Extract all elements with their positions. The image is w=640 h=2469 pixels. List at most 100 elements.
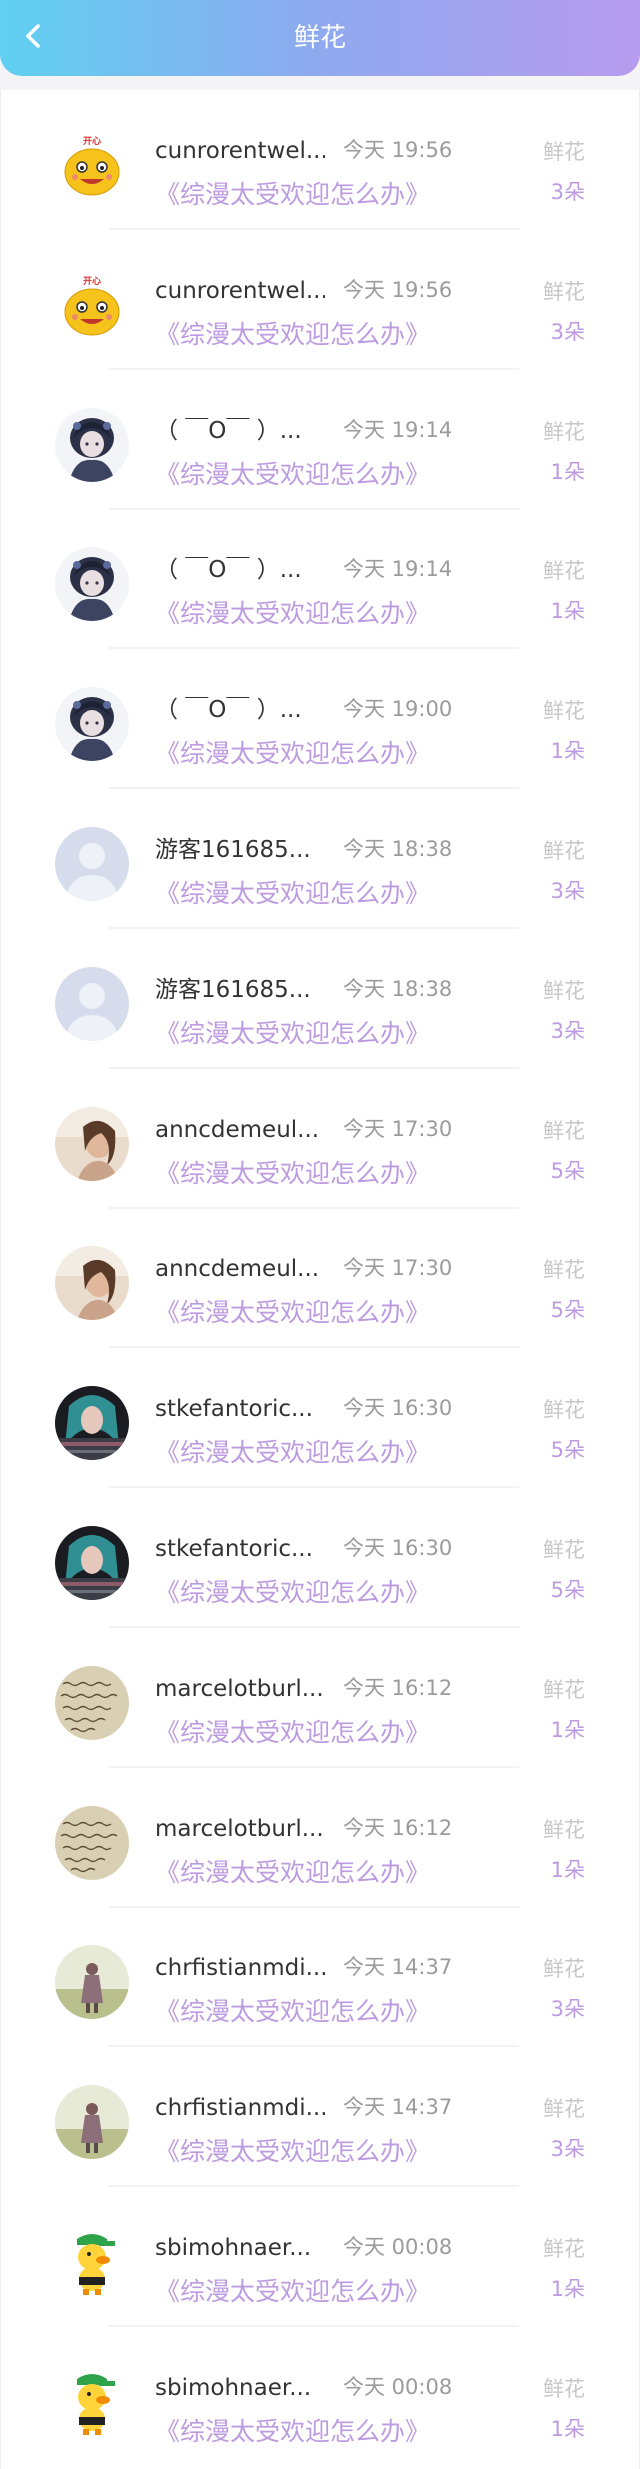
username: stkefantoric... [155,1536,313,1562]
book-title-link[interactable]: 《综漫太受欢迎怎么办》 [155,737,430,771]
page-title: 鲜花 [293,23,346,53]
username: stkefantoric... [155,1396,313,1423]
timestamp: 今天 19:56 [343,138,453,162]
username: sbimohnaer... [155,2235,312,2261]
username: 游客161685... [155,837,311,863]
book-title-link[interactable]: 《综漫太受欢迎怎么办》 [155,1436,430,1470]
flower-record-row[interactable]: chrfistianmdi... 今天 14:37 《综漫太受欢迎怎么办》 鲜花 3朵 [1,1907,640,2048]
gift-type-label: 鲜花 [543,1118,585,1143]
gift-count: 3朵 [550,1018,585,1043]
flower-record-row[interactable]: marcelotburl... 今天 16:12 《综漫太受欢迎怎么办》 鲜花 1朵 [1,1768,640,1908]
timestamp: 今天 16:12 [343,1815,453,1840]
flower-record-row[interactable]: anncdemeul... 今天 17:30 《综漫太受欢迎怎么办》 鲜花 5朵 [1,1069,640,1209]
gift-type-label: 鲜花 [543,1677,585,1702]
flower-record-row[interactable]: 开心 cunrorentwel... 今天 19:56 《综漫太受欢迎怎么办》 鲜花 3朵 [1,230,640,370]
flower-record-row[interactable]: 游客161685... 今天 18:38 《综漫太受欢迎怎么办》 鲜花 3朵 [1,789,640,929]
book-title-link[interactable]: 《综漫太受欢迎怎么办》 [155,1157,430,1191]
gift-count: 5朵 [550,1298,585,1323]
avatar[interactable] [55,687,129,762]
book-title-link[interactable]: 《综漫太受欢迎怎么办》 [155,1296,430,1330]
book-title-link[interactable]: 《综漫太受欢迎怎么办》 [155,1716,430,1750]
avatar[interactable] [55,1665,129,1740]
gift-count: 3朵 [550,180,585,204]
gift-type-label: 鲜花 [543,839,585,863]
avatar[interactable] [55,1106,129,1181]
timestamp: 今天 18:38 [343,837,453,861]
gift-type-label: 鲜花 [543,1957,585,1982]
username: （ ￣O￣ ）... [155,557,302,584]
avatar[interactable] [55,547,129,622]
gift-type-label: 鲜花 [543,2376,585,2401]
book-title-link[interactable]: 《综漫太受欢迎怎么办》 [155,1576,430,1610]
avatar[interactable] [55,1805,129,1880]
flower-record-list: 开心 cunrorentwel... 今天 19:56 《综漫太受欢迎怎么办》 鲜花 3朵… [0,90,640,2469]
avatar[interactable] [55,966,129,1041]
book-title-link[interactable]: 《综漫太受欢迎怎么办》 [155,178,430,212]
book-title-link[interactable]: 《综漫太受欢迎怎么办》 [155,1017,430,1051]
gift-count: 1朵 [550,2416,585,2441]
timestamp: 今天 14:37 [343,1955,453,1980]
gift-type-label: 鲜花 [543,2237,585,2261]
book-title-link[interactable]: 《综漫太受欢迎怎么办》 [155,877,430,911]
gift-type-label: 鲜花 [543,1538,585,1562]
flower-record-row[interactable]: （ ￣O￣ ）... 今天 19:14 《综漫太受欢迎怎么办》 鲜花 1朵 [1,509,640,650]
gift-count: 1朵 [550,599,585,624]
username: cunrorentwel... [155,277,325,304]
timestamp: 今天 19:14 [343,557,453,582]
flower-record-row[interactable]: marcelotburl... 今天 16:12 《综漫太受欢迎怎么办》 鲜花 1朵 [1,1628,640,1768]
avatar[interactable] [55,2364,129,2439]
timestamp: 今天 19:00 [343,697,453,722]
timestamp: 今天 19:56 [343,277,453,302]
flower-record-row[interactable]: sbimohnaer... 今天 00:08 《综漫太受欢迎怎么办》 鲜花 1朵 [1,2187,640,2327]
book-title-link[interactable]: 《综漫太受欢迎怎么办》 [155,597,430,631]
timestamp: 今天 00:08 [343,2374,453,2399]
gift-type-label: 鲜花 [543,1817,585,1842]
avatar[interactable] [55,1386,129,1461]
gift-type-label: 鲜花 [543,419,585,444]
timestamp: 今天 16:12 [343,1675,453,1700]
book-title-link[interactable]: 《综漫太受欢迎怎么办》 [155,318,430,352]
gift-count: 3朵 [550,1997,585,2022]
username: （ ￣O￣ ）... [155,697,302,724]
gift-count: 1朵 [550,739,585,764]
avatar[interactable]: 开心 [55,128,129,202]
flower-record-row[interactable]: sbimohnaer... 今天 00:08 《综漫太受欢迎怎么办》 鲜花 1朵 [1,2327,640,2467]
book-title-link[interactable]: 《综漫太受欢迎怎么办》 [155,1856,430,1890]
avatar[interactable]: 开心 [55,267,129,342]
flower-record-row[interactable]: 开心 cunrorentwel... 今天 19:56 《综漫太受欢迎怎么办》 鲜花 3朵 [1,90,640,230]
top-bar: 鲜花 [0,0,640,76]
username: chrfistianmdi... [155,2095,325,2122]
gift-type-label: 鲜花 [543,978,585,1003]
flower-record-row[interactable]: （ ￣O￣ ）... 今天 19:00 《综漫太受欢迎怎么办》 鲜花 1朵 [1,649,640,790]
timestamp: 今天 19:14 [343,417,453,442]
book-title-link[interactable]: 《综漫太受欢迎怎么办》 [155,2275,430,2309]
gift-type-label: 鲜花 [543,140,585,164]
gift-count: 5朵 [550,1438,585,1463]
avatar[interactable] [55,1246,129,1321]
avatar[interactable] [55,827,129,901]
book-title-link[interactable]: 《综漫太受欢迎怎么办》 [155,458,430,492]
gift-count: 1朵 [550,1717,585,1742]
avatar[interactable] [55,2085,129,2160]
svg-text:开心: 开心 [83,136,101,147]
flower-record-row[interactable]: anncdemeul... 今天 17:30 《综漫太受欢迎怎么办》 鲜花 5朵 [1,1208,640,1349]
flower-record-row[interactable]: chrfistianmdi... 今天 14:37 《综漫太受欢迎怎么办》 鲜花 3朵 [1,2047,640,2188]
timestamp: 今天 17:30 [343,1256,453,1281]
flower-record-row[interactable]: （ ￣O￣ ）... 今天 19:14 《综漫太受欢迎怎么办》 鲜花 1朵 [1,370,640,510]
book-title-link[interactable]: 《综漫太受欢迎怎么办》 [155,1995,430,2029]
avatar[interactable] [55,1526,129,1600]
gift-count: 5朵 [550,1578,585,1602]
username: marcelotburl... [155,1815,324,1842]
gift-count: 1朵 [550,2277,585,2301]
flower-record-row[interactable]: stkefantoric... 今天 16:30 《综漫太受欢迎怎么办》 鲜花 5朵 [1,1488,640,1628]
gift-count: 5朵 [550,1158,585,1183]
book-title-link[interactable]: 《综漫太受欢迎怎么办》 [155,2135,430,2169]
book-title-link[interactable]: 《综漫太受欢迎怎么办》 [155,2415,430,2449]
avatar[interactable] [55,1945,129,2020]
username: marcelotburl... [155,1675,324,1702]
avatar[interactable] [55,2225,129,2299]
svg-text:开心: 开心 [83,276,101,287]
flower-record-row[interactable]: stkefantoric... 今天 16:30 《综漫太受欢迎怎么办》 鲜花 5朵 [1,1348,640,1489]
flower-record-row[interactable]: 游客161685... 今天 18:38 《综漫太受欢迎怎么办》 鲜花 3朵 [1,929,640,1069]
avatar[interactable] [55,407,129,482]
